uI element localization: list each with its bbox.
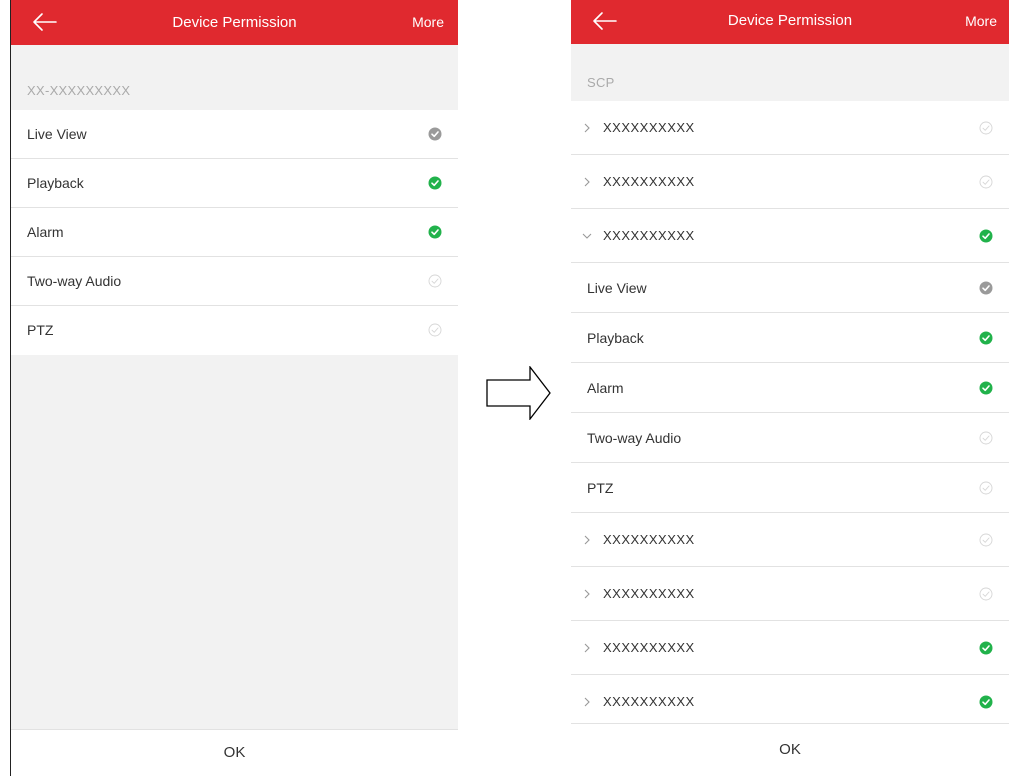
- permission-label: Live View: [27, 126, 87, 142]
- check-circle-green-icon[interactable]: [979, 331, 993, 345]
- check-circle-green-icon[interactable]: [979, 695, 993, 709]
- more-button[interactable]: More: [412, 0, 444, 45]
- chevron-right-icon[interactable]: [581, 534, 593, 546]
- page-title: Device Permission: [727, 12, 853, 29]
- permission-row[interactable]: Playback: [11, 159, 458, 208]
- channel-list: XXXXXXXXXX XXXXXXXXXX XXXXXXXXXX Live View P…: [571, 101, 1009, 729]
- permission-row[interactable]: Two-way Audio: [11, 257, 458, 306]
- check-circle-empty-icon[interactable]: [979, 481, 993, 495]
- check-circle-empty-icon[interactable]: [979, 431, 993, 445]
- channel-label: XXXXXXXXXX: [603, 640, 695, 655]
- permission-row[interactable]: PTZ: [11, 306, 458, 355]
- chevron-right-icon[interactable]: [581, 588, 593, 600]
- permission-label: Playback: [587, 330, 644, 346]
- channel-row[interactable]: XXXXXXXXXX: [571, 209, 1009, 263]
- permission-row[interactable]: Live View: [571, 263, 1009, 313]
- permission-row[interactable]: Two-way Audio: [571, 413, 1009, 463]
- channel-label: XXXXXXXXXX: [603, 532, 695, 547]
- permission-label: Two-way Audio: [27, 273, 122, 289]
- channel-row[interactable]: XXXXXXXXXX: [571, 101, 1009, 155]
- permission-row[interactable]: Alarm: [11, 208, 458, 257]
- channel-row[interactable]: XXXXXXXXXX: [571, 155, 1009, 209]
- permission-label: Playback: [27, 175, 84, 191]
- top-bar: Device Permission More: [11, 0, 458, 45]
- check-circle-gray-icon[interactable]: [428, 127, 442, 141]
- chevron-right-icon[interactable]: [581, 122, 593, 134]
- channel-label: XXXXXXXXXX: [603, 228, 695, 243]
- chevron-right-icon[interactable]: [581, 696, 593, 708]
- permission-row[interactable]: Alarm: [571, 363, 1009, 413]
- channel-row[interactable]: XXXXXXXXXX: [571, 675, 1009, 729]
- check-circle-empty-icon[interactable]: [428, 274, 442, 288]
- check-circle-gray-icon[interactable]: [979, 281, 993, 295]
- permission-row[interactable]: Playback: [571, 313, 1009, 363]
- permission-label: PTZ: [27, 322, 54, 338]
- check-circle-empty-icon[interactable]: [979, 587, 993, 601]
- check-circle-empty-icon[interactable]: [428, 323, 442, 337]
- right-screen: Device Permission More SCP XXXXXXXXXX XXX…: [571, 0, 1009, 776]
- chevron-right-icon[interactable]: [581, 176, 593, 188]
- page-title: Device Permission: [172, 14, 297, 31]
- chevron-right-icon[interactable]: [581, 642, 593, 654]
- ok-button[interactable]: OK: [11, 729, 458, 776]
- right-arrow-outline-icon: [486, 366, 551, 420]
- check-circle-green-icon[interactable]: [979, 229, 993, 243]
- permission-label: PTZ: [587, 480, 614, 496]
- permission-label: Live View: [587, 280, 647, 296]
- channel-row[interactable]: XXXXXXXXXX: [571, 621, 1009, 675]
- permission-list: Live View Playback Alarm Two-way Audio PTZ: [11, 110, 458, 355]
- section-label: SCP: [587, 75, 615, 90]
- left-screen: Device Permission More XX-XXXXXXXXX Live…: [10, 0, 458, 776]
- channel-label: XXXXXXXXXX: [603, 694, 695, 709]
- top-bar: Device Permission More: [571, 0, 1009, 44]
- channel-row[interactable]: XXXXXXXXXX: [571, 513, 1009, 567]
- permission-label: Alarm: [587, 380, 624, 396]
- check-circle-green-icon[interactable]: [979, 381, 993, 395]
- ok-button[interactable]: OK: [571, 723, 1009, 776]
- check-circle-green-icon[interactable]: [979, 641, 993, 655]
- permission-row[interactable]: PTZ: [571, 463, 1009, 513]
- check-circle-green-icon[interactable]: [428, 176, 442, 190]
- channel-label: XXXXXXXXXX: [603, 586, 695, 601]
- permission-label: Two-way Audio: [587, 430, 682, 446]
- channel-label: XXXXXXXXXX: [603, 174, 695, 189]
- permission-row[interactable]: Live View: [11, 110, 458, 159]
- check-circle-empty-icon[interactable]: [979, 175, 993, 189]
- more-button[interactable]: More: [965, 0, 997, 42]
- check-circle-empty-icon[interactable]: [979, 121, 993, 135]
- channel-label: XXXXXXXXXX: [603, 120, 695, 135]
- check-circle-empty-icon[interactable]: [979, 533, 993, 547]
- check-circle-green-icon[interactable]: [428, 225, 442, 239]
- channel-row[interactable]: XXXXXXXXXX: [571, 567, 1009, 621]
- device-name-label: XX-XXXXXXXXX: [27, 83, 131, 98]
- chevron-down-icon[interactable]: [581, 230, 593, 242]
- permission-label: Alarm: [27, 224, 64, 240]
